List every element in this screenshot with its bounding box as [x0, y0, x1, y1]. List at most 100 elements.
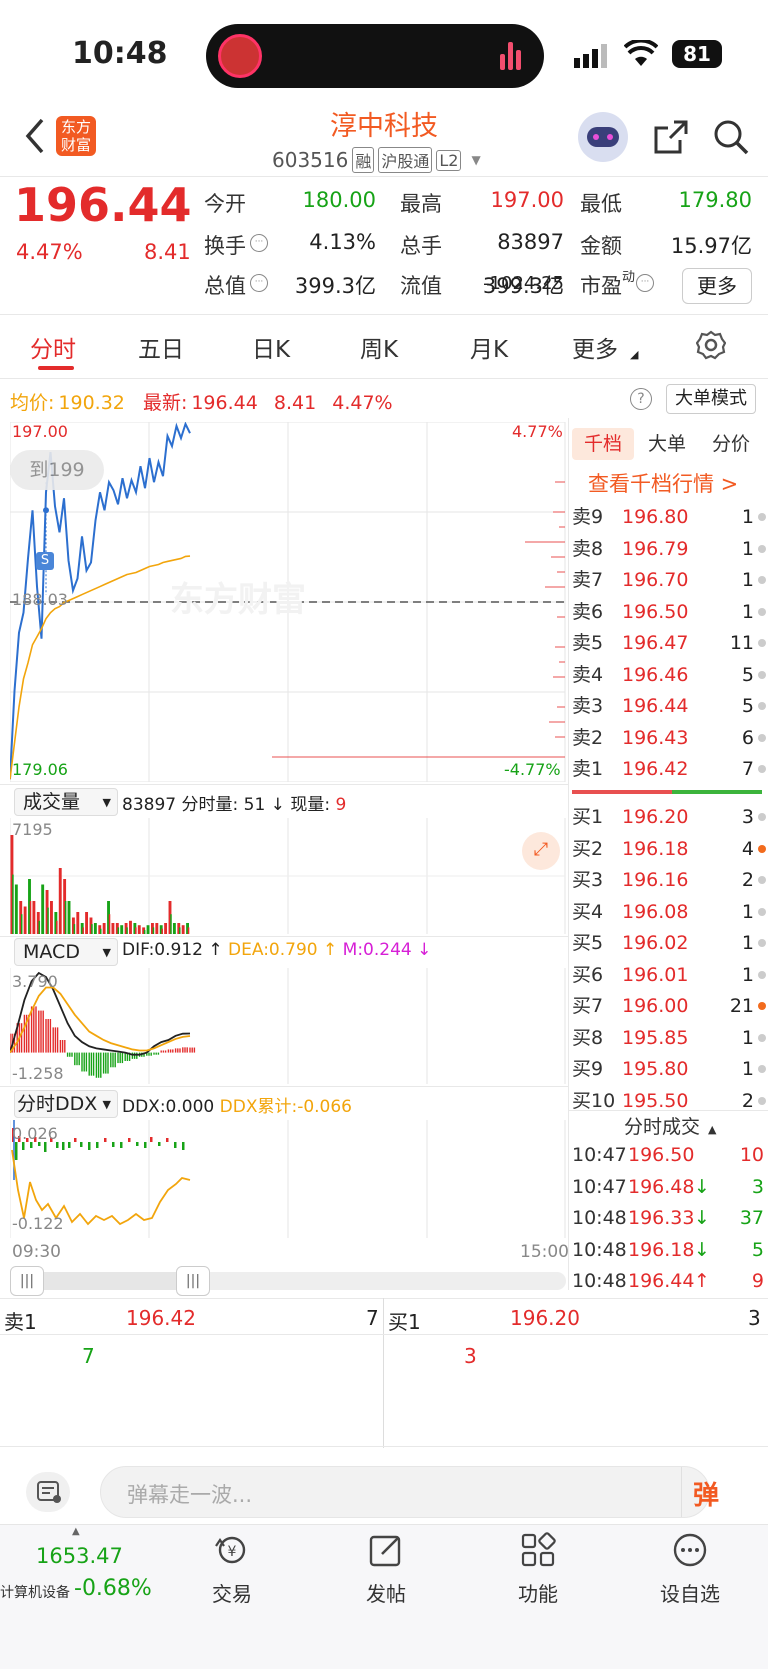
wifi-icon — [623, 38, 659, 75]
bid-row[interactable]: 买5 196.02 1 — [572, 928, 768, 958]
nav-watchlist-icon[interactable] — [672, 1532, 708, 1568]
info-dots-icon[interactable]: ··· — [250, 234, 268, 252]
volume-bar — [85, 912, 89, 934]
trades-title[interactable]: 分时成交 ▲ — [624, 1112, 716, 1139]
ask-row[interactable]: 卖6 196.50 1 — [572, 597, 768, 627]
caret-down-icon: ▼ — [471, 153, 481, 167]
danmu-icon[interactable]: 弹 — [693, 1475, 719, 1512]
y-axis-mid: 188.03 — [12, 590, 68, 609]
bid-row[interactable]: 买10 195.50 2 — [572, 1086, 768, 1116]
ask-row[interactable]: 卖9 196.80 1 — [572, 502, 768, 532]
bid-price: 196.18 — [622, 837, 689, 860]
ask-level: 卖1 — [572, 758, 604, 780]
nav-function-icon[interactable] — [520, 1532, 556, 1568]
macd-ymax: 3.790 — [12, 972, 58, 991]
order-dot-icon — [758, 876, 766, 884]
volume-bar — [58, 868, 62, 934]
bottom-ask-label: 卖1 — [4, 1310, 37, 1334]
bid-qty: 1 — [741, 963, 754, 986]
bid-row[interactable]: 买3 196.16 2 — [572, 865, 768, 895]
trade-price: 196.18 — [628, 1238, 695, 1261]
bid-row[interactable]: 买1 196.20 3 — [572, 802, 768, 832]
info-dots-icon[interactable]: ··· — [636, 274, 654, 292]
settings-gear-icon[interactable] — [695, 330, 727, 364]
tab-intraday[interactable]: 分时 — [30, 330, 76, 364]
trade-qty: 5 — [751, 1238, 764, 1261]
tab-dadan[interactable]: 大单 — [648, 428, 686, 460]
help-icon[interactable]: ? — [630, 388, 652, 410]
danmu-send-button[interactable] — [681, 1467, 682, 1517]
ask-row[interactable]: 卖3 196.44 5 — [572, 691, 768, 721]
danmu-input[interactable]: 弹幕走一波... 弹 — [100, 1466, 719, 1518]
more-button[interactable]: 更多 — [682, 268, 752, 304]
ddx-bar — [96, 1142, 99, 1148]
order-dot-icon — [758, 576, 766, 584]
tab-fenjia[interactable]: 分价 — [712, 428, 750, 460]
share-icon[interactable] — [652, 118, 690, 160]
tab-underline — [38, 366, 74, 370]
search-icon[interactable] — [712, 118, 750, 160]
bid-row[interactable]: 买7 196.00 21 — [572, 991, 768, 1021]
price-target-button[interactable]: 到199 — [10, 450, 104, 490]
bid-row[interactable]: 买9 195.80 1 — [572, 1054, 768, 1084]
ask-row[interactable]: 卖7 196.70 1 — [572, 565, 768, 595]
sector-name[interactable]: 计算机设备 — [0, 1582, 70, 1602]
volume-bar — [152, 927, 155, 934]
tab-more[interactable]: 更多 — [572, 330, 618, 364]
trade-qty: 9 — [751, 1270, 764, 1292]
ask-level: 卖4 — [572, 663, 604, 686]
tab-month-k[interactable]: 月K — [470, 330, 508, 364]
slider-handle-left[interactable]: ||| — [10, 1266, 44, 1296]
change-pct: 4.47% — [16, 240, 83, 264]
nav-function[interactable]: 功能 — [488, 1578, 588, 1607]
slider-handle-right[interactable]: ||| — [176, 1266, 210, 1296]
time-range-slider[interactable] — [12, 1272, 566, 1290]
expand-icon[interactable]: ⤢ — [522, 832, 560, 870]
view-full-depth-link[interactable]: 查看千档行情 > — [588, 468, 738, 498]
bid-price: 196.01 — [622, 963, 689, 986]
macd-chart — [10, 968, 566, 1084]
danmu-settings-icon[interactable] — [26, 1472, 70, 1512]
tab-five-day[interactable]: 五日 — [138, 330, 184, 364]
volume-bar — [41, 884, 45, 934]
tab-day-k[interactable]: 日K — [252, 330, 290, 364]
sell-signal-tag[interactable]: S — [36, 552, 54, 570]
indicator-selector-macd[interactable]: MACD ▼ — [14, 938, 118, 966]
ask-row[interactable]: 卖8 196.79 1 — [572, 534, 768, 564]
info-dots-icon[interactable]: ··· — [250, 274, 268, 292]
big-order-mode-button[interactable]: 大单模式 — [666, 384, 756, 414]
order-dot-icon — [758, 702, 766, 710]
nav-post-icon[interactable] — [368, 1532, 404, 1568]
bid-row[interactable]: 买8 195.85 1 — [572, 1023, 768, 1053]
nav-post[interactable]: 发帖 — [336, 1578, 436, 1607]
sector-index-value[interactable]: 1653.47 — [36, 1544, 123, 1568]
nav-watchlist[interactable]: 设自选 — [640, 1578, 740, 1607]
ddx-bar — [88, 1142, 91, 1150]
orderbook-panel-divider — [568, 418, 569, 1290]
sector-pct[interactable]: -0.68% — [74, 1576, 152, 1601]
volume-bar — [67, 901, 71, 934]
bottom-ask-count: 7 — [82, 1344, 95, 1368]
ask-row[interactable]: 卖1 196.42 7 — [572, 754, 768, 784]
audio-bars-icon — [500, 42, 526, 70]
ask-row[interactable]: 卖5 196.47 11 — [572, 628, 768, 658]
tab-qiandang[interactable]: 千档 — [572, 428, 634, 460]
badge-hgt: 沪股通 — [378, 147, 433, 173]
ask-row[interactable]: 卖4 196.46 5 — [572, 660, 768, 690]
bid-row[interactable]: 买6 196.01 1 — [572, 960, 768, 990]
indicator-selector-volume[interactable]: 成交量 ▼ — [14, 788, 118, 816]
nav-trade-icon[interactable]: ¥ — [212, 1532, 252, 1568]
robot-assistant-icon[interactable] — [578, 112, 628, 162]
bid-row[interactable]: 买4 196.08 1 — [572, 897, 768, 927]
stock-code-line[interactable]: 603516 融 沪股通 L2 ▼ — [272, 146, 481, 174]
ask-row[interactable]: 卖2 196.43 6 — [572, 723, 768, 753]
bid-price: 195.85 — [622, 1026, 689, 1049]
ask-qty: 6 — [741, 726, 754, 749]
bid-row[interactable]: 买2 196.18 4 — [572, 834, 768, 864]
indicator-selector-ddx[interactable]: 分时DDX ▼ — [14, 1090, 118, 1118]
tab-week-k[interactable]: 周K — [360, 330, 398, 364]
ddx-bar — [136, 1142, 139, 1146]
quote-value: 83897 — [497, 230, 564, 254]
quote-label: 流值 — [400, 274, 442, 298]
nav-trade[interactable]: 交易 — [182, 1578, 282, 1607]
